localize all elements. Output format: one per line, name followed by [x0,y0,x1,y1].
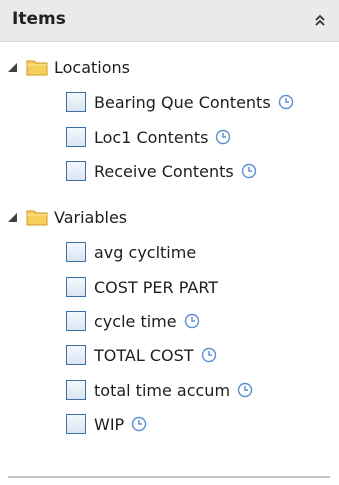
item-checkbox[interactable] [66,92,86,112]
item-checkbox[interactable] [66,311,86,331]
item-checkbox[interactable] [66,277,86,297]
item-label: Bearing Que Contents [94,92,271,112]
panel-bottom-divider [8,476,330,478]
item-label: Receive Contents [94,161,234,181]
list-item[interactable]: Loc1 Contents [66,122,231,152]
folder-icon [26,208,48,226]
group-label: Variables [54,207,128,227]
list-item[interactable]: cycle time [66,306,200,336]
items-panel: Items Locations Bearing Que Contents Loc… [0,0,339,485]
folder-icon [26,58,48,76]
tree-group-locations[interactable]: Locations [4,52,130,82]
list-item[interactable]: WIP [66,409,147,439]
clock-icon [131,416,147,432]
expanded-triangle-icon[interactable] [4,59,20,75]
clock-icon [184,313,200,329]
item-label: WIP [94,414,125,434]
item-label: TOTAL COST [94,345,194,365]
double-chevron-up-icon [315,14,325,26]
item-checkbox[interactable] [66,127,86,147]
clock-icon [241,163,257,179]
panel-title: Items [12,9,66,29]
item-label: COST PER PART [94,277,219,297]
expanded-triangle-icon[interactable] [4,209,20,225]
list-item[interactable]: Bearing Que Contents [66,87,294,117]
item-checkbox[interactable] [66,414,86,434]
clock-icon [278,94,294,110]
panel-header: Items [0,0,339,42]
tree-group-variables[interactable]: Variables [4,202,127,232]
item-label: Loc1 Contents [94,127,209,147]
list-item[interactable]: COST PER PART [66,272,218,302]
item-checkbox[interactable] [66,242,86,262]
item-label: avg cycltime [94,242,197,262]
clock-icon [215,129,231,145]
item-checkbox[interactable] [66,161,86,181]
clock-icon [237,382,253,398]
item-checkbox[interactable] [66,345,86,365]
list-item[interactable]: total time accum [66,375,253,405]
collapse-button[interactable] [309,8,331,32]
item-label: cycle time [94,311,177,331]
clock-icon [201,347,217,363]
list-item[interactable]: avg cycltime [66,237,196,267]
list-item[interactable]: TOTAL COST [66,340,217,370]
group-label: Locations [54,57,131,77]
item-checkbox[interactable] [66,380,86,400]
list-item[interactable]: Receive Contents [66,156,257,186]
item-label: total time accum [94,380,231,400]
